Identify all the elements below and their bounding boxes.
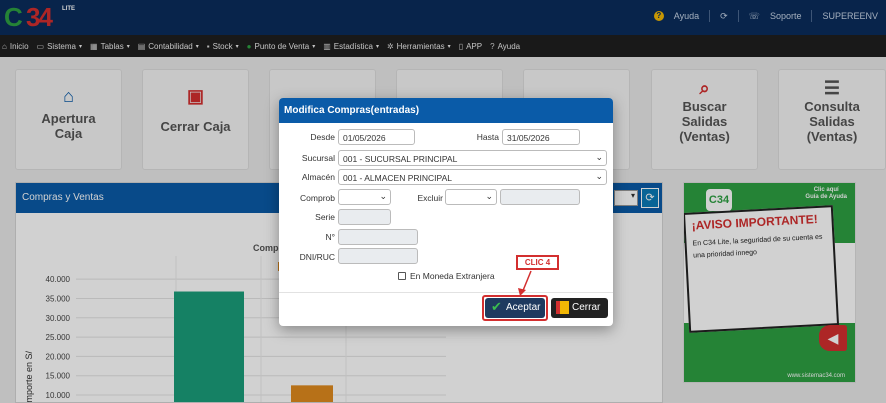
numero-label: N°: [325, 232, 335, 242]
chevron-down-icon: ⌄: [379, 191, 387, 201]
serie-label: Serie: [315, 212, 335, 222]
checkmark-icon: ✔: [491, 299, 502, 314]
comprob-label: Comprob: [300, 193, 335, 203]
callout-clic-4: CLIC 4: [516, 255, 559, 270]
footer-divider: [279, 292, 613, 293]
modifica-compras-dialog: Modifica Compras(entradas) Desde 01/05/2…: [279, 98, 613, 326]
chevron-down-icon: ⌄: [485, 191, 493, 201]
excluir-label: Excluir: [417, 193, 443, 203]
desde-date-input[interactable]: 01/05/2026: [338, 129, 415, 145]
excluir-text-input[interactable]: [500, 189, 580, 205]
dialog-title: Modifica Compras(entradas): [279, 98, 613, 123]
hasta-label: Hasta: [476, 132, 499, 142]
dniruc-label: DNI/RUC: [299, 252, 335, 262]
dniruc-input[interactable]: [338, 248, 418, 264]
serie-input[interactable]: [338, 209, 391, 225]
excluir-select[interactable]: ⌄: [445, 189, 497, 205]
comprob-select[interactable]: ⌄: [338, 189, 391, 205]
exit-door-icon: [556, 301, 569, 314]
moneda-extranjera-label: En Moneda Extranjera: [410, 271, 495, 281]
aceptar-button[interactable]: ✔ Aceptar: [485, 298, 545, 318]
almacen-select[interactable]: 001 - ALMACEN PRINCIPAL ⌄: [338, 169, 607, 185]
desde-label: Desde: [310, 132, 335, 142]
hasta-date-input[interactable]: 31/05/2026: [502, 129, 580, 145]
numero-input[interactable]: [338, 229, 418, 245]
chevron-down-icon: ⌄: [595, 152, 603, 162]
moneda-extranjera-checkbox[interactable]: [398, 272, 406, 280]
almacen-label: Almacén: [301, 172, 335, 182]
sucursal-label: Sucursal: [301, 153, 335, 163]
chevron-down-icon: ⌄: [595, 171, 603, 181]
sucursal-select[interactable]: 001 - SUCURSAL PRINCIPAL ⌄: [338, 150, 607, 166]
cerrar-button[interactable]: Cerrar: [551, 298, 608, 318]
